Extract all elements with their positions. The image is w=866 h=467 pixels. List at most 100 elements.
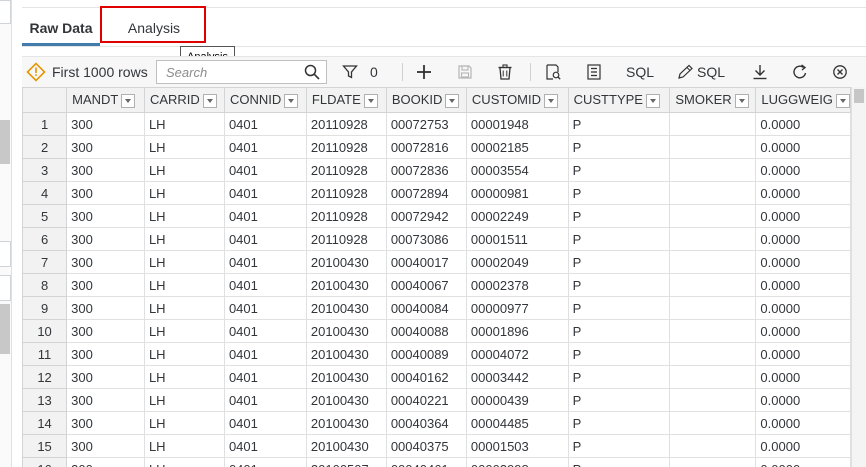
table-cell-carrid[interactable]: LH xyxy=(143,112,225,136)
table-cell-customid[interactable]: 00002049 xyxy=(465,250,569,274)
table-cell-mandt[interactable]: 300 xyxy=(66,135,145,159)
table-cell-smoker[interactable] xyxy=(669,365,757,389)
table-cell-mandt[interactable]: 300 xyxy=(66,227,145,251)
table-cell-carrid[interactable]: LH xyxy=(143,273,225,297)
table-cell-carrid[interactable]: LH xyxy=(143,296,225,320)
table-cell-connid[interactable]: 0401 xyxy=(223,365,307,389)
table-cell-customid[interactable]: 00001503 xyxy=(465,434,569,458)
scrollbar-thumb[interactable] xyxy=(854,89,864,103)
table-cell-custtype[interactable]: P xyxy=(567,158,671,182)
table-cell-carrid[interactable]: LH xyxy=(143,204,225,228)
row-number[interactable]: 4 xyxy=(22,181,68,205)
refresh-icon[interactable] xyxy=(792,57,808,87)
table-cell-customid[interactable]: 00004485 xyxy=(465,411,569,435)
table-cell-fldate[interactable]: 20110928 xyxy=(305,135,387,159)
table-cell-fldate[interactable]: 20110928 xyxy=(305,158,387,182)
table-cell-smoker[interactable] xyxy=(669,250,757,274)
table-cell-luggweig[interactable]: 0.0000 xyxy=(755,273,851,297)
table-row[interactable]: 16300LH0401201005070004046100003998P 0.00… xyxy=(22,457,851,467)
table-row[interactable]: 13 300 LH 0401 20100430 00040221 00000439 P 0.00… xyxy=(22,388,851,412)
table-cell-bookid[interactable]: 00040221 xyxy=(385,388,467,412)
left-field-1[interactable] xyxy=(0,0,11,24)
table-row[interactable]: 8 300 LH 0401 20100430 00040067 00002378 P 0.000… xyxy=(22,273,851,297)
table-cell-smoker[interactable] xyxy=(669,388,757,412)
delete-icon[interactable] xyxy=(497,57,513,87)
table-cell-carrid[interactable]: LH xyxy=(143,319,225,343)
column-header-fldate[interactable]: FLDATE xyxy=(305,87,387,113)
table-cell-bookid[interactable]: 00040089 xyxy=(385,342,467,366)
table-cell-luggweig[interactable]: 0.0000 xyxy=(755,296,851,320)
preview-icon[interactable] xyxy=(545,57,561,87)
table-cell-carrid[interactable]: LH xyxy=(143,158,225,182)
grid-vertical-scrollbar[interactable] xyxy=(851,87,866,467)
table-cell-mandt[interactable]: 300 xyxy=(66,204,145,228)
table-cell-customid[interactable]: 00002249 xyxy=(465,204,569,228)
table-cell-mandt[interactable]: 300 xyxy=(66,457,145,467)
table-cell-connid[interactable]: 0401 xyxy=(223,112,307,136)
row-number[interactable]: 9 xyxy=(22,296,68,320)
table-cell-mandt[interactable]: 300 xyxy=(66,434,145,458)
table-cell-fldate[interactable]: 20100507 xyxy=(305,457,387,467)
table-cell-smoker[interactable] xyxy=(669,273,757,297)
table-cell-custtype[interactable]: P xyxy=(567,112,671,136)
table-cell-mandt[interactable]: 300 xyxy=(66,342,145,366)
table-cell-connid[interactable]: 0401 xyxy=(223,388,307,412)
table-cell-bookid[interactable]: 00040375 xyxy=(385,434,467,458)
table-cell-connid[interactable]: 0401 xyxy=(223,457,307,467)
table-cell-custtype[interactable]: P xyxy=(567,365,671,389)
row-number[interactable]: 6 xyxy=(22,227,68,251)
table-cell-luggweig[interactable]: 0.0000 xyxy=(755,319,851,343)
table-cell-custtype[interactable]: P xyxy=(567,204,671,228)
table-cell-smoker[interactable] xyxy=(669,112,757,136)
table-cell-connid[interactable]: 0401 xyxy=(223,273,307,297)
table-row[interactable]: 12 300 LH 0401 20100430 00040162 00003442 P 0.00… xyxy=(22,365,851,389)
table-cell-customid[interactable]: 00001948 xyxy=(465,112,569,136)
row-number[interactable]: 14 xyxy=(22,411,68,435)
table-cell-fldate[interactable]: 20100430 xyxy=(305,250,387,274)
column-filter-dropdown-icon[interactable] xyxy=(121,93,136,108)
table-cell-luggweig[interactable]: 0.0000 xyxy=(755,204,851,228)
table-cell-custtype[interactable]: P xyxy=(567,434,671,458)
table-cell-luggweig[interactable]: 0.0000 xyxy=(755,112,851,136)
row-number[interactable]: 3 xyxy=(22,158,68,182)
table-cell-bookid[interactable]: 00072816 xyxy=(385,135,467,159)
table-cell-fldate[interactable]: 20100430 xyxy=(305,365,387,389)
table-row[interactable]: 1 300 LH 0401 20110928 00072753 00001948 P 0.000… xyxy=(22,112,851,136)
row-number[interactable]: 5 xyxy=(22,204,68,228)
column-filter-dropdown-icon[interactable] xyxy=(284,93,299,108)
row-number[interactable]: 15 xyxy=(22,434,68,458)
left-field-3[interactable] xyxy=(0,275,11,301)
table-cell-fldate[interactable]: 20100430 xyxy=(305,319,387,343)
table-cell-custtype[interactable]: P xyxy=(567,135,671,159)
table-cell-carrid[interactable]: LH xyxy=(143,342,225,366)
table-cell-luggweig[interactable]: 0.0000 xyxy=(755,250,851,274)
table-cell-customid[interactable]: 00000439 xyxy=(465,388,569,412)
table-cell-custtype[interactable]: P xyxy=(567,457,671,467)
table-cell-luggweig[interactable]: 0.0000 xyxy=(755,181,851,205)
table-row[interactable]: 4 300 LH 0401 20110928 00072894 00000981 P 0.000… xyxy=(22,181,851,205)
table-cell-carrid[interactable]: LH xyxy=(143,250,225,274)
column-filter-dropdown-icon[interactable] xyxy=(445,93,460,108)
edit-sql-button[interactable]: SQL xyxy=(677,57,725,87)
table-cell-mandt[interactable]: 300 xyxy=(66,388,145,412)
table-cell-bookid[interactable]: 00072836 xyxy=(385,158,467,182)
left-scrollbar-thumb-2[interactable] xyxy=(0,304,10,354)
table-cell-fldate[interactable]: 20100430 xyxy=(305,342,387,366)
column-header-smoker[interactable]: SMOKER xyxy=(669,87,757,113)
table-cell-fldate[interactable]: 20100430 xyxy=(305,388,387,412)
table-cell-luggweig[interactable]: 0.0000 xyxy=(755,434,851,458)
column-header-connid[interactable]: CONNID xyxy=(223,87,307,113)
row-number[interactable]: 16 xyxy=(22,457,68,467)
table-cell-custtype[interactable]: P xyxy=(567,342,671,366)
table-cell-smoker[interactable] xyxy=(669,227,757,251)
row-number[interactable]: 13 xyxy=(22,388,68,412)
column-filter-dropdown-icon[interactable] xyxy=(202,93,217,108)
table-cell-luggweig[interactable]: 0.0000 xyxy=(755,457,851,467)
table-cell-mandt[interactable]: 300 xyxy=(66,296,145,320)
table-cell-customid[interactable]: 00003998 xyxy=(465,457,569,467)
add-icon[interactable] xyxy=(416,57,432,87)
table-cell-carrid[interactable]: LH xyxy=(143,434,225,458)
column-header-bookid[interactable]: BOOKID xyxy=(385,87,467,113)
table-cell-custtype[interactable]: P xyxy=(567,319,671,343)
table-cell-mandt[interactable]: 300 xyxy=(66,319,145,343)
